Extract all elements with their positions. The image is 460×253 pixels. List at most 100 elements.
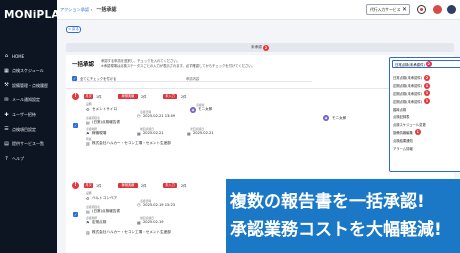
calendar-icon: ▦ <box>137 131 141 136</box>
facility-value: ベルトコンベア <box>92 196 118 200</box>
dropdown-option[interactable]: 臨時点検 <box>393 105 460 113</box>
select-all-label: 全てにチェックを付ける <box>80 76 117 81</box>
record-checkbox[interactable]: ✓ <box>73 123 78 128</box>
tag-missing: 未入力 <box>163 94 177 99</box>
sidebar-item-equipment[interactable]: ⚒ 設備管理・点検履歴 <box>0 78 57 93</box>
tag-operation-value: 2件 <box>141 184 147 188</box>
facility-label: 設備 <box>86 102 92 106</box>
tag-monthly-value: 1件 <box>96 95 102 99</box>
top-bar: アクション承認 › 一括承認 代行入力サービス ✕ <box>57 0 460 20</box>
grid-icon: ▤ <box>4 140 9 147</box>
option-count-badge: 1 <box>414 129 421 136</box>
tag-missing: 未入力 <box>163 183 177 188</box>
promo-banner: 複数の報告書を一括承認! 承認業務コストを大幅軽減! <box>226 179 460 253</box>
dropdown-option[interactable]: 定期点検(未承認件) 1 <box>393 90 460 98</box>
tag-operation: 稼働実績 <box>118 183 138 188</box>
last-date-value: 2025.02.21 <box>143 131 164 135</box>
company-value: 株式会社ハルカー・セコン工場・セメント生産部 <box>92 230 171 234</box>
next-date-value: 2025.02.21 <box>193 131 214 135</box>
tool-icon: ⚒ <box>4 82 9 89</box>
dropdown-option-label: 点検結果通知 <box>393 138 413 143</box>
alert-icon: ! <box>72 93 79 100</box>
sidebar-item-label: メール通知設定 <box>12 97 40 103</box>
breadcrumb-link[interactable]: アクション承認 <box>60 7 89 12</box>
notification-icon[interactable] <box>417 5 426 14</box>
inspect-date-value: 2025.02.19 15:23 <box>143 203 176 207</box>
sidebar-item-home[interactable]: ⌂ HOME <box>0 49 57 64</box>
mail-icon: ✉ <box>4 96 9 103</box>
home-icon: ⌂ <box>4 52 9 59</box>
place-value: 稼働現場 <box>92 131 107 135</box>
option-count-badge: 1 <box>423 82 430 89</box>
document-icon: ▤ <box>86 209 90 214</box>
facility-icon: ⚙ <box>86 107 90 112</box>
proxy-input-button[interactable]: 代行入力サービス ✕ <box>366 4 410 15</box>
tag-missing-value: 2件 <box>181 95 187 99</box>
record-checkbox[interactable]: ✓ <box>73 212 78 217</box>
dropdown-option[interactable]: 点検結果通知 <box>393 136 460 144</box>
inspector-value: モニ太郎 <box>198 107 213 111</box>
tag-operation-value: 2件 <box>141 95 147 99</box>
close-icon[interactable]: ✕ <box>402 6 407 13</box>
document-icon: ▤ <box>86 120 90 125</box>
category-value: (日常)点検報告書 <box>92 209 120 213</box>
dropdown-selected-badge: 2 <box>425 61 432 67</box>
calendar-icon: ▦ <box>137 220 141 225</box>
calendar-icon: ▦ <box>4 67 9 74</box>
dropdown-option-label: 定期点検(未承認件) <box>393 84 422 89</box>
unapproved-count-badge: 2 <box>262 44 269 51</box>
category-dropdown[interactable]: 日常点検(未承認件) 2 ▴ 日常点検(未承認件)2 定期点検(未承認件)1 定… <box>389 57 460 172</box>
sidebar-item-label: 点検スケジュール <box>12 68 44 74</box>
account-avatar-icon[interactable] <box>447 5 456 14</box>
tag-monthly-value: 1件 <box>96 184 102 188</box>
sidebar-item-label: ヘルプ <box>12 156 24 162</box>
dropdown-option-label: 点検スケジュール変更 <box>393 123 426 128</box>
company-value: 株式会社ハルカー・セコン工場・セメント生産部 <box>92 141 171 145</box>
sidebar-item-label: 設備管理・点検履歴 <box>12 82 48 88</box>
facility-label: 設備 <box>86 191 92 195</box>
sidebar: MONiPLAT ⌂ HOME ▦ 点検スケジュール ⚒ 設備管理・点検履歴 ✉ メール… <box>0 0 66 253</box>
category-value: (日常)点検報告書 <box>92 120 120 124</box>
dropdown-selected[interactable]: 日常点検(未承認件) 2 ▴ <box>392 60 460 68</box>
tag-monthly: 月次 <box>84 94 93 99</box>
dropdown-option[interactable]: 点検スケジュール変更 <box>393 121 460 129</box>
dropdown-option-label: 臨時点検 <box>393 107 407 112</box>
panel-description: 承認する申請を選択し、チェックを入れてください。 ※承認現場は点検ステータスごと… <box>101 59 311 69</box>
sidebar-item-inspection-settings[interactable]: ☰ 点検項目設定 <box>0 122 57 137</box>
panel-desc-line2: ※承認現場は点検ステータスごとの入力が表示されます。必ず確認してからチェックを付… <box>101 64 255 68</box>
unapproved-tab[interactable]: 未承認 2 <box>66 43 454 52</box>
dropdown-option[interactable]: 定期点検(未承認件) 1 <box>393 82 460 90</box>
dropdown-option[interactable]: 日常点検(未承認件) 2 <box>393 74 460 82</box>
sidebar-item-mail[interactable]: ✉ メール通知設定 <box>0 93 57 108</box>
account-avatar-icon[interactable] <box>433 5 442 14</box>
dropdown-option[interactable]: 設備情報編集 1 <box>393 129 460 137</box>
dropdown-list: 日常点検(未承認件) 2 定期点検(未承認件) 1 定期点検(未承認件) 1 定期点検… <box>393 74 460 152</box>
help-icon: ? <box>5 155 8 162</box>
dropdown-option-label: 定期点検(未承認件) <box>393 91 422 96</box>
sidebar-item-schedule[interactable]: ▦ 点検スケジュール <box>0 64 57 79</box>
unapproved-label: 未承認 <box>251 45 262 49</box>
back-button[interactable]: < 戻る <box>66 26 81 33</box>
column-header: 申請内容 <box>186 77 200 81</box>
select-all-checkbox[interactable]: ✓ <box>72 75 77 81</box>
sidebar-item-services[interactable]: ▤ 提供サービス一覧 <box>0 137 57 152</box>
sidebar-item-help[interactable]: ? ヘルプ <box>0 152 57 167</box>
location-icon: ⚑ <box>86 131 90 136</box>
facility-icon: ⚙ <box>86 196 90 201</box>
dropdown-option[interactable]: 点検記録表 <box>393 113 460 121</box>
dropdown-option-label: アラーム情報 <box>393 146 413 151</box>
clock-icon: ◷ <box>137 113 141 118</box>
avatar: ◉ <box>190 107 196 113</box>
sidebar-item-invite[interactable]: ✚ ユーザー招待 <box>0 108 57 123</box>
sidebar-item-label: 点検項目設定 <box>12 126 36 132</box>
option-count-badge: 1 <box>423 90 430 97</box>
dropdown-selected-label: 日常点検(未承認件) <box>395 62 425 67</box>
breadcrumb-separator: › <box>90 7 93 12</box>
proxy-input-label: 代行入力サービス <box>370 6 401 12</box>
dropdown-option-label: 日常点検(未承認件) <box>393 76 422 81</box>
user-plus-icon: ✚ <box>4 111 9 118</box>
dropdown-option[interactable]: アラーム情報 <box>393 144 460 152</box>
list-icon: ☰ <box>4 126 9 133</box>
dropdown-option[interactable]: 定期点検(未承認件) 1 <box>393 97 460 105</box>
sidebar-item-label: 提供サービス一覧 <box>12 141 44 147</box>
